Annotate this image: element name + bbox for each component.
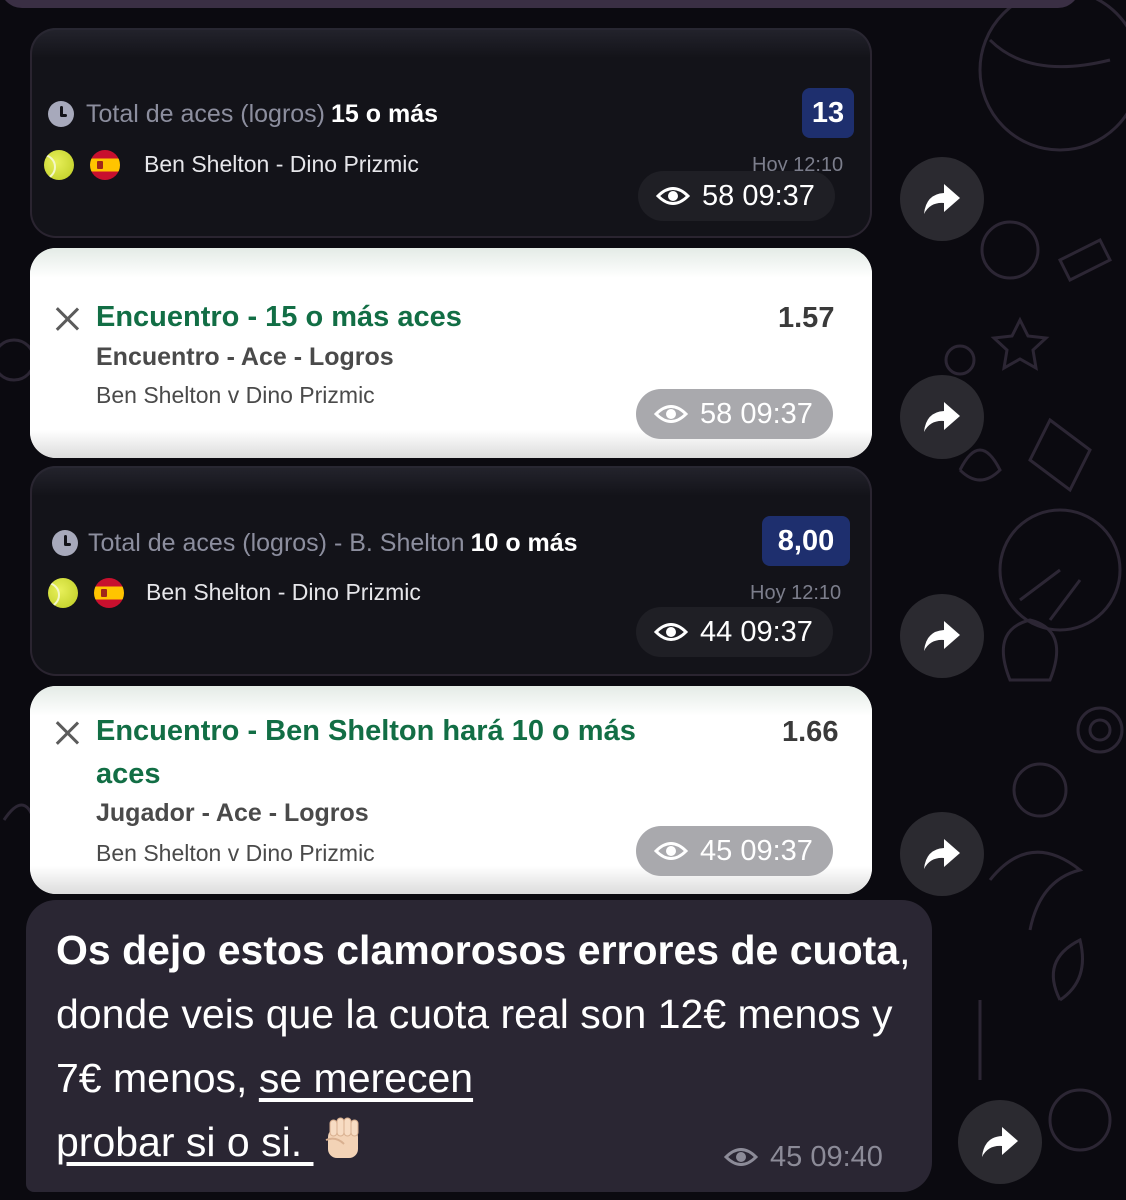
eye-icon bbox=[656, 187, 690, 205]
spain-flag-icon bbox=[94, 578, 124, 608]
eye-icon bbox=[654, 623, 688, 641]
match-players: Ben Shelton - Dino Prizmic bbox=[146, 579, 421, 605]
market-label: Total de aces (logros) - B. Shelton 10 o … bbox=[88, 529, 578, 557]
spain-flag-icon bbox=[90, 150, 120, 180]
clock-icon bbox=[52, 530, 78, 556]
message-views-time: 45 09:40 bbox=[724, 1132, 883, 1182]
clock-icon bbox=[48, 101, 74, 127]
selection-event: Ben Shelton v Dino Prizmic bbox=[96, 840, 375, 866]
match-players: Ben Shelton - Dino Prizmic bbox=[144, 151, 419, 177]
match-date: Hoy 12:10 bbox=[750, 582, 842, 604]
forward-button[interactable] bbox=[900, 594, 984, 678]
forward-arrow-icon bbox=[924, 184, 960, 214]
message-views-time: 44 09:37 bbox=[636, 607, 833, 657]
selection-market: Jugador - Ace - Logros bbox=[96, 799, 369, 827]
bet-market-card[interactable]: Total de aces (logros) 15 o más 13 Ben Sh… bbox=[30, 28, 872, 238]
forward-arrow-icon bbox=[924, 621, 960, 651]
text-message-bubble[interactable]: Os dejo estos clamorosos errores de cuot… bbox=[26, 900, 932, 1192]
odds-badge[interactable]: 8,00 bbox=[762, 516, 850, 566]
eye-icon bbox=[654, 842, 688, 860]
raised-fist-icon bbox=[325, 1117, 358, 1158]
forward-button[interactable] bbox=[900, 375, 984, 459]
forward-arrow-icon bbox=[982, 1127, 1018, 1157]
forward-arrow-icon bbox=[924, 839, 960, 869]
market-label: Total de aces (logros) 15 o más bbox=[86, 100, 439, 128]
message-underlined-text: se merecen bbox=[258, 1055, 474, 1101]
selection-market: Encuentro - Ace - Logros bbox=[96, 343, 394, 371]
bet-slip-card[interactable]: Encuentro - 15 o más aces 1.57 Encuentro… bbox=[30, 248, 872, 458]
close-icon[interactable] bbox=[54, 720, 80, 746]
forward-button[interactable] bbox=[900, 157, 984, 241]
eye-icon bbox=[724, 1148, 758, 1166]
close-icon[interactable] bbox=[54, 306, 80, 332]
message-views-time: 58 09:37 bbox=[636, 389, 833, 439]
bet-market-card[interactable]: Total de aces (logros) - B. Shelton 10 o … bbox=[30, 466, 872, 676]
message-underlined-text: probar si o si. bbox=[56, 1119, 314, 1165]
eye-icon bbox=[654, 405, 688, 423]
forward-arrow-icon bbox=[924, 402, 960, 432]
bet-slip-card[interactable]: Encuentro - Ben Shelton hará 10 o más ac… bbox=[30, 686, 872, 894]
selection-event: Ben Shelton v Dino Prizmic bbox=[96, 382, 375, 408]
selection-title: Encuentro - 15 o más aces bbox=[96, 301, 462, 333]
previous-message-bubble bbox=[0, 0, 1080, 8]
odds-badge[interactable]: 13 bbox=[802, 88, 854, 138]
message-views-time: 58 09:37 bbox=[638, 171, 835, 221]
selection-odds: 1.57 bbox=[778, 302, 835, 334]
message-bold-text: Os dejo estos clamorosos errores de cuot… bbox=[56, 927, 900, 973]
message-views-time: 45 09:37 bbox=[636, 826, 833, 876]
selection-odds: 1.66 bbox=[782, 716, 839, 748]
forward-button[interactable] bbox=[958, 1100, 1042, 1184]
selection-title: Encuentro - Ben Shelton hará 10 o más ac… bbox=[96, 715, 636, 790]
forward-button[interactable] bbox=[900, 812, 984, 896]
tennis-ball-icon bbox=[44, 150, 74, 180]
tennis-ball-icon bbox=[48, 578, 78, 608]
